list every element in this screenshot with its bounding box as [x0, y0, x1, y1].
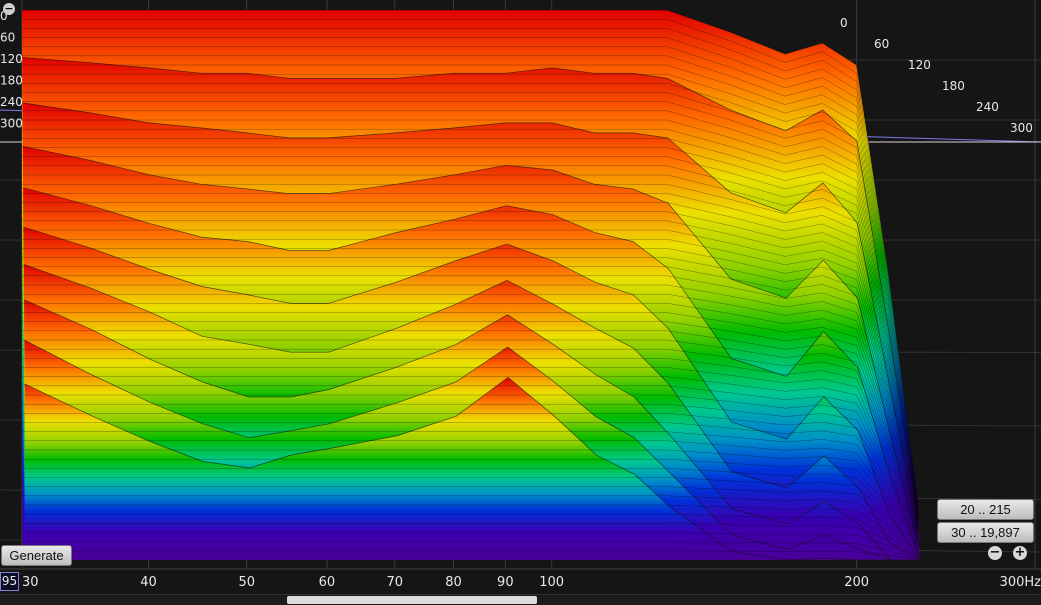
time-tick-left: 120 [0, 52, 23, 66]
time-tick-right: 180 [942, 79, 965, 93]
frequency-tick-label: 300Hz [1000, 575, 1041, 590]
time-tick-left: 60 [0, 31, 15, 45]
frequency-tick-label: 70 [386, 575, 403, 590]
time-tick-right: 300 [1010, 121, 1033, 135]
zoom-out-icon[interactable]: − [988, 546, 1002, 560]
time-tick-left: 180 [0, 74, 23, 88]
frequency-tick-label: 50 [238, 575, 255, 590]
frequency-tick-label: 40 [140, 575, 157, 590]
time-tick-left: 240 [0, 95, 23, 109]
frequency-range-button[interactable]: 30 .. 19,897 [937, 522, 1034, 543]
collapse-icon[interactable]: − [3, 3, 15, 15]
cursor-frequency-readout: 95 [0, 572, 19, 591]
frequency-tick-label: 80 [445, 575, 462, 590]
frequency-tick-label: 30 [22, 575, 39, 590]
time-tick-right: 0 [840, 16, 848, 30]
zoom-in-icon[interactable]: + [1013, 546, 1027, 560]
generate-button[interactable]: Generate [1, 545, 72, 566]
time-axis-left: 060120180240300 [0, 9, 23, 131]
frequency-tick-label: 200 [844, 575, 869, 590]
time-tick-left: 300 [0, 117, 23, 131]
time-tick-right: 240 [976, 100, 999, 114]
frequency-tick-label: 90 [497, 575, 514, 590]
frequency-tick-label: 60 [319, 575, 336, 590]
time-range-button[interactable]: 20 .. 215 [937, 499, 1034, 520]
time-tick-right: 120 [908, 58, 931, 72]
waterfall-plot[interactable]: 0 60 120 180 240 300 0 60 120 180 240 300 30 40 50 60… [0, 0, 1041, 604]
frequency-axis: 30 40 50 60 70 80 90 100 200 300Hz [0, 568, 1041, 590]
time-axis-right: 0 60 120 180 240 300 [840, 16, 1033, 135]
scrollbar-thumb[interactable] [287, 596, 537, 604]
frequency-tick-label: 100 [539, 575, 564, 590]
time-tick-right: 60 [874, 37, 889, 51]
